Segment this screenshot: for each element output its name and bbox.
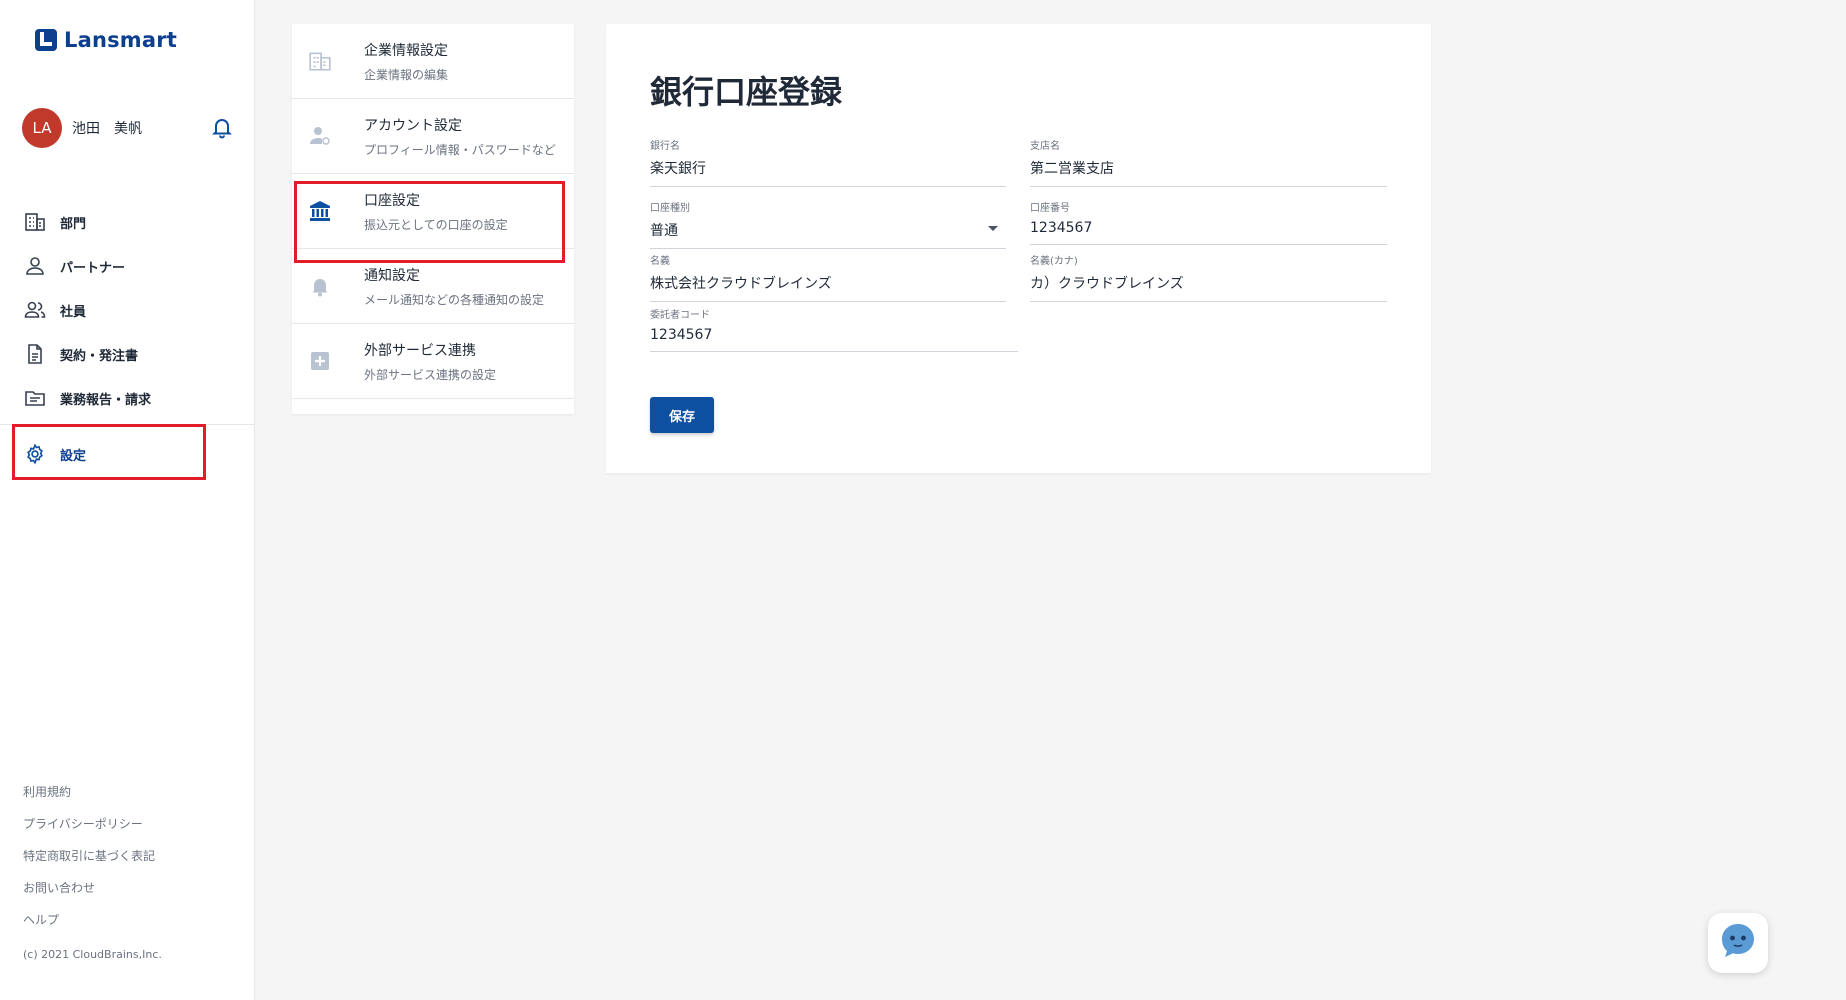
field-value[interactable]: 第二営業支店 [1030, 158, 1387, 187]
account-type-select[interactable]: 口座種別 普通 [650, 199, 1006, 249]
gear-icon [24, 443, 46, 465]
nav-item-settings[interactable]: 設定 [0, 432, 255, 476]
chat-bot-icon [1717, 920, 1759, 966]
nav-item-employees[interactable]: 社員 [0, 288, 255, 332]
nav-label: パートナー [60, 260, 126, 276]
bank-account-form-card: 銀行口座登録 銀行名 楽天銀行 支店名 第二営業支店 口座種別 普通 口座番号 … [606, 24, 1431, 473]
person-icon [24, 255, 46, 277]
nav-label: 部門 [60, 216, 87, 232]
field-label: 銀行名 [650, 141, 680, 152]
account-number-field[interactable]: 口座番号 1234567 [1030, 199, 1387, 245]
menu-item-subtitle: メール通知などの各種通知の設定 [364, 292, 545, 307]
logo-icon [34, 28, 58, 52]
bell-icon [308, 274, 332, 298]
field-value[interactable]: 1234567 [650, 327, 1018, 352]
footer-links: 利用規約 プライバシーポリシー 特定商取引に基づく表記 お問い合わせ ヘルプ [23, 784, 155, 944]
consignor-code-field[interactable]: 委託者コード 1234567 [650, 306, 1018, 352]
menu-item-subtitle: プロフィール情報・パスワードなど [364, 142, 556, 157]
nav-label: 業務報告・請求 [60, 392, 152, 408]
field-label: 委託者コード [650, 310, 710, 321]
menu-item-title: 口座設定 [364, 192, 420, 209]
settings-menu: 企業情報設定 企業情報の編集 アカウント設定 プロフィール情報・パスワードなど … [292, 24, 574, 414]
field-label: 名義 [650, 256, 670, 267]
menu-item-bank-account[interactable]: 口座設定 振込元としての口座の設定 [292, 174, 574, 249]
footer-link-terms[interactable]: 利用規約 [23, 784, 155, 816]
dropdown-arrow-icon[interactable] [988, 226, 998, 231]
nav-divider [0, 424, 255, 425]
field-label: 名義(カナ) [1030, 256, 1078, 267]
menu-item-subtitle: 外部サービス連携の設定 [364, 367, 497, 382]
menu-item-subtitle: 振込元としての口座の設定 [364, 217, 508, 232]
footer-link-commercial[interactable]: 特定商取引に基づく表記 [23, 848, 155, 880]
footer-link-contact[interactable]: お問い合わせ [23, 880, 155, 912]
user-row: LA 池田 美帆 [22, 108, 234, 148]
save-button[interactable]: 保存 [650, 397, 714, 433]
people-icon [24, 299, 46, 321]
nav-label: 契約・発注書 [60, 348, 139, 364]
nav-item-reports[interactable]: 業務報告・請求 [0, 376, 255, 420]
page-title: 銀行口座登録 [650, 73, 843, 111]
sidebar: Lansmart LA 池田 美帆 部門 パートナー 社員 契約・発注書 業務報… [0, 0, 255, 1000]
nav-label: 設定 [60, 448, 87, 464]
building-icon [24, 211, 46, 233]
avatar[interactable]: LA [22, 108, 62, 148]
nav-item-contracts[interactable]: 契約・発注書 [0, 332, 255, 376]
select-value[interactable]: 普通 [650, 220, 1006, 249]
select-selected: 普通 [650, 223, 678, 239]
holder-name-field[interactable]: 名義 株式会社クラウドブレインズ [650, 252, 1006, 302]
menu-item-title: 外部サービス連携 [364, 342, 476, 359]
menu-item-company[interactable]: 企業情報設定 企業情報の編集 [292, 24, 574, 99]
field-label: 支店名 [1030, 141, 1060, 152]
plus-box-icon [308, 349, 332, 373]
user-name: 池田 美帆 [72, 121, 142, 137]
field-label: 口座種別 [650, 203, 690, 214]
menu-item-notifications[interactable]: 通知設定 メール通知などの各種通知の設定 [292, 249, 574, 324]
copyright: (c) 2021 CloudBrains,Inc. [23, 948, 162, 961]
field-value[interactable]: 1234567 [1030, 220, 1387, 245]
field-value[interactable]: 楽天銀行 [650, 158, 1006, 187]
field-value[interactable]: 株式会社クラウドブレインズ [650, 273, 1006, 302]
field-label: 口座番号 [1030, 203, 1070, 214]
logo[interactable]: Lansmart [34, 28, 177, 52]
brand-name: Lansmart [64, 28, 178, 52]
nav-item-departments[interactable]: 部門 [0, 200, 255, 244]
menu-item-account[interactable]: アカウント設定 プロフィール情報・パスワードなど [292, 99, 574, 174]
footer-link-help[interactable]: ヘルプ [23, 912, 155, 944]
holder-kana-field[interactable]: 名義(カナ) カ）クラウドブレインズ [1030, 252, 1387, 302]
bank-icon [308, 199, 332, 223]
main-nav: 部門 パートナー 社員 契約・発注書 業務報告・請求 [0, 200, 255, 420]
menu-item-subtitle: 企業情報の編集 [364, 67, 449, 82]
account-icon [308, 124, 332, 148]
footer-link-privacy[interactable]: プライバシーポリシー [23, 816, 155, 848]
branch-name-field[interactable]: 支店名 第二営業支店 [1030, 137, 1387, 187]
nav-item-partners[interactable]: パートナー [0, 244, 255, 288]
menu-item-title: アカウント設定 [364, 117, 462, 134]
chat-widget-button[interactable] [1708, 913, 1768, 973]
menu-item-title: 企業情報設定 [364, 42, 448, 59]
building-icon [308, 49, 332, 73]
field-value[interactable]: カ）クラウドブレインズ [1030, 273, 1387, 302]
menu-item-title: 通知設定 [364, 267, 420, 284]
folder-icon [24, 387, 46, 409]
notification-bell-icon[interactable] [210, 115, 234, 139]
bank-name-field[interactable]: 銀行名 楽天銀行 [650, 137, 1006, 187]
nav-label: 社員 [60, 304, 87, 320]
document-icon [24, 343, 46, 365]
menu-item-integrations[interactable]: 外部サービス連携 外部サービス連携の設定 [292, 324, 574, 399]
